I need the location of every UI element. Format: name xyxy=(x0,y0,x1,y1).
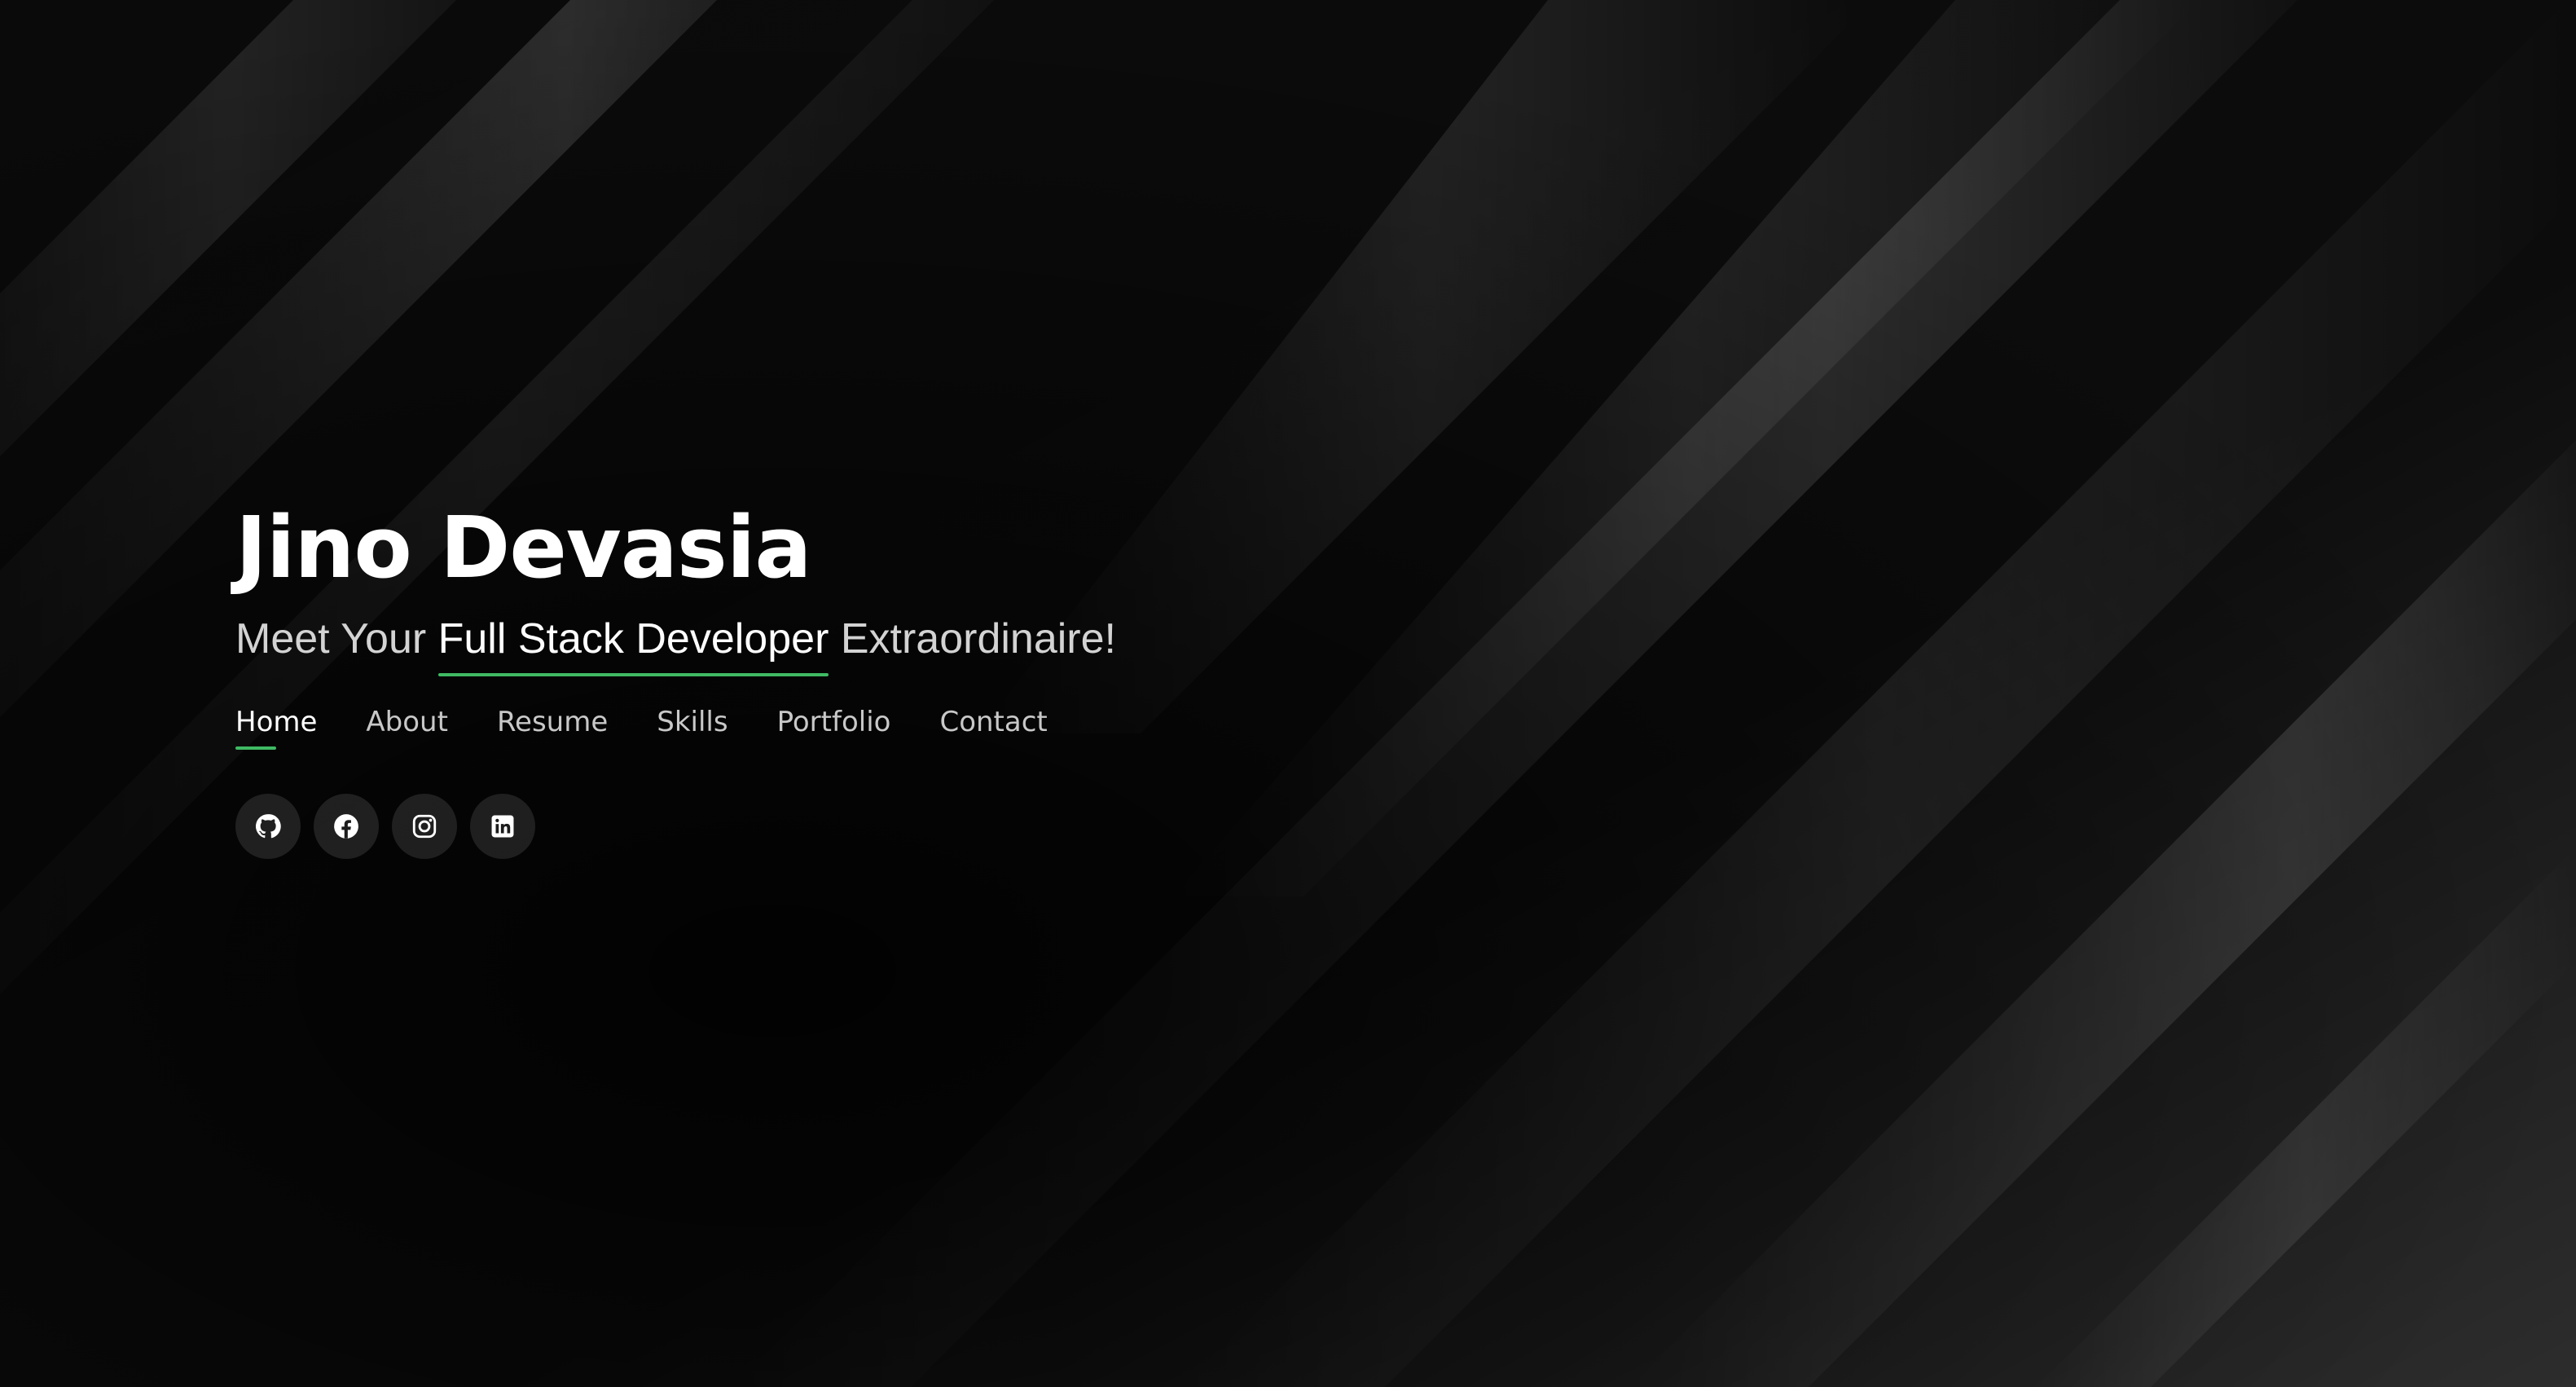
nav-item-portfolio[interactable]: Portfolio xyxy=(777,704,891,740)
nav-item-home[interactable]: Home xyxy=(235,704,317,750)
hero-name: Jino Devasia xyxy=(235,498,812,597)
github-icon xyxy=(255,814,281,839)
facebook-icon xyxy=(334,814,358,839)
hero-section: Jino Devasia Meet Your Full Stack Develo… xyxy=(235,497,1457,859)
facebook-button[interactable] xyxy=(314,794,379,859)
instagram-button[interactable] xyxy=(392,794,457,859)
page: Jino Devasia Meet Your Full Stack Develo… xyxy=(0,0,2576,1387)
nav-item-resume[interactable]: Resume xyxy=(497,704,608,740)
nav-item-contact[interactable]: Contact xyxy=(939,704,1047,740)
nav-item-skills[interactable]: Skills xyxy=(657,704,728,740)
nav-item-about[interactable]: About xyxy=(366,704,448,740)
tagline-prefix: Meet Your xyxy=(235,615,438,663)
tagline-highlight: Full Stack Developer xyxy=(437,613,829,676)
hero-tagline: Meet Your Full Stack Developer Extraordi… xyxy=(235,613,1457,676)
linkedin-button[interactable] xyxy=(470,794,535,859)
social-links xyxy=(235,794,1457,859)
linkedin-icon xyxy=(491,815,514,838)
instagram-icon xyxy=(412,814,437,839)
main-nav: Home About Resume Skills Portfolio Conta… xyxy=(235,704,1457,750)
github-button[interactable] xyxy=(235,794,301,859)
tagline-suffix: Extraordinaire! xyxy=(829,615,1116,663)
